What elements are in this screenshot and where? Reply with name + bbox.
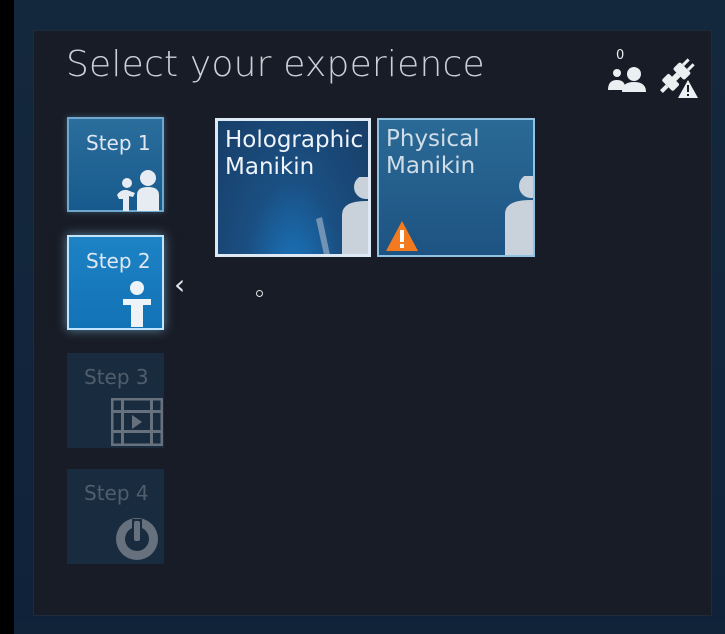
holographic-manikin-card[interactable]: Holographic Manikin bbox=[215, 118, 371, 257]
connected-count: 0 bbox=[616, 48, 625, 63]
step-4-button[interactable]: Step 4 bbox=[67, 469, 164, 564]
step-1-button[interactable]: Step 1 bbox=[67, 117, 164, 212]
app-window: Select your experience 0 Step 1 Step 2 S… bbox=[0, 0, 725, 634]
step-label: Step 3 bbox=[84, 365, 149, 389]
page-title: Select your experience bbox=[66, 44, 485, 85]
step-3-button[interactable]: Step 3 bbox=[67, 353, 164, 448]
person-icon bbox=[123, 281, 151, 327]
film-play-icon bbox=[111, 398, 163, 446]
bottom-edge bbox=[14, 622, 725, 634]
plug-warning-icon[interactable] bbox=[654, 54, 700, 98]
step-label: Step 2 bbox=[86, 249, 151, 273]
manikin-icon bbox=[505, 176, 533, 255]
step-2-button[interactable]: Step 2 bbox=[67, 235, 164, 330]
power-icon bbox=[116, 518, 158, 560]
status-area: 0 bbox=[604, 48, 704, 98]
step-label: Step 4 bbox=[84, 481, 149, 505]
card-label: Holographic Manikin bbox=[225, 127, 364, 180]
manikin-icon bbox=[316, 177, 368, 254]
step-label: Step 1 bbox=[86, 131, 151, 155]
people-icon bbox=[117, 170, 159, 211]
gaze-cursor bbox=[256, 290, 263, 297]
warning-icon bbox=[386, 221, 418, 251]
users-icon[interactable] bbox=[604, 64, 648, 98]
card-label: Physical Manikin bbox=[386, 126, 480, 179]
window-edge bbox=[0, 0, 14, 634]
back-chevron-icon[interactable]: ‹ bbox=[174, 268, 185, 301]
physical-manikin-card[interactable]: Physical Manikin bbox=[377, 118, 535, 257]
